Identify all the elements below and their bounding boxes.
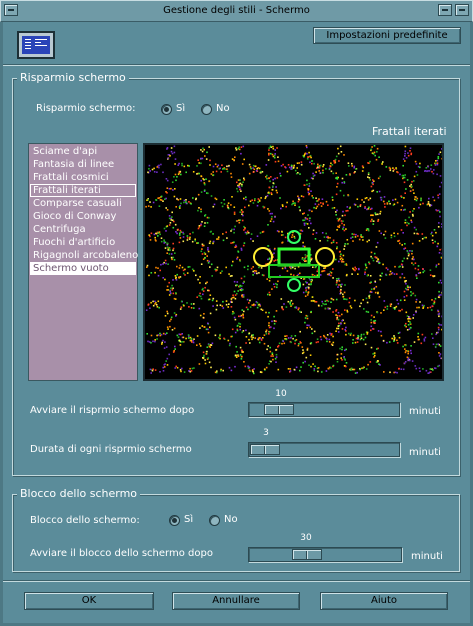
lock-legend: Blocco dello schermo — [17, 487, 141, 500]
separator — [3, 64, 470, 66]
window-menu-icon[interactable] — [4, 4, 18, 16]
duration-label: Durata di ogni risprmio schermo — [30, 444, 192, 455]
start-after-slider[interactable] — [248, 402, 400, 417]
start-after-label: Avviare il risprmio schermo dopo — [30, 405, 195, 416]
lock-no-label[interactable]: No — [224, 514, 238, 525]
duration-unit: minuti — [409, 447, 441, 458]
list-item[interactable]: Centrifuga — [30, 223, 136, 236]
screensaver-no-label[interactable]: No — [216, 103, 230, 114]
lock-after-label: Avviare il blocco dello schermo dopo — [30, 548, 213, 559]
list-item-selected[interactable]: Schermo vuoto — [30, 262, 136, 275]
help-button[interactable]: Aiuto — [320, 592, 448, 610]
duration-slider[interactable] — [248, 442, 400, 457]
lock-after-value: 30 — [300, 533, 312, 543]
screensaver-preview — [143, 143, 444, 381]
list-item[interactable]: Fuochi d'artificio — [30, 236, 136, 249]
lock-yes-radio[interactable] — [169, 515, 180, 526]
title-bar[interactable]: Gestione degli stili - Schermo — [0, 0, 473, 22]
fractal-preview-image — [145, 145, 442, 375]
maximize-icon[interactable] — [455, 4, 469, 16]
screen-style-icon — [17, 31, 55, 59]
window-title: Gestione degli stili - Schermo — [163, 5, 310, 16]
start-after-value: 10 — [275, 389, 287, 399]
cancel-button[interactable]: Annullare — [172, 592, 300, 610]
list-item[interactable]: Gioco di Conway — [30, 210, 136, 223]
list-item[interactable]: Comparse casuali — [30, 197, 136, 210]
list-item[interactable]: Fantasia di linee — [30, 158, 136, 171]
screensaver-no-radio[interactable] — [201, 104, 212, 115]
minimize-icon[interactable] — [438, 4, 452, 16]
lock-yes-label[interactable]: Sì — [184, 514, 193, 525]
separator — [3, 580, 470, 582]
lock-after-slider[interactable] — [248, 547, 402, 562]
slider-thumb[interactable] — [250, 444, 280, 455]
lock-after-unit: minuti — [411, 551, 443, 562]
screensaver-toggle-label: Risparmio schermo: — [36, 103, 136, 114]
duration-value: 3 — [263, 428, 269, 438]
slider-thumb[interactable] — [264, 404, 295, 415]
preview-title: Frattali iterati — [372, 125, 447, 138]
slider-thumb[interactable] — [292, 549, 322, 560]
lock-toggle-label: Blocco dello schermo: — [30, 515, 140, 526]
list-item[interactable]: Sciame d'api — [30, 145, 136, 158]
screensaver-yes-radio[interactable] — [161, 104, 172, 115]
list-item[interactable]: Rigagnoli arcobaleno — [30, 249, 138, 262]
list-item-focused[interactable]: Frattali iterati — [30, 184, 136, 197]
screensaver-legend: Risparmio schermo — [17, 71, 129, 84]
list-item[interactable]: Frattali cosmici — [30, 171, 136, 184]
lock-no-radio[interactable] — [209, 515, 220, 526]
ok-button[interactable]: OK — [24, 592, 154, 610]
screensaver-list[interactable]: Sciame d'api Fantasia di linee Frattali … — [28, 143, 138, 381]
start-after-unit: minuti — [409, 406, 441, 417]
screensaver-yes-label[interactable]: Sì — [176, 103, 185, 114]
defaults-button[interactable]: Impostazioni predefinite — [313, 27, 461, 44]
